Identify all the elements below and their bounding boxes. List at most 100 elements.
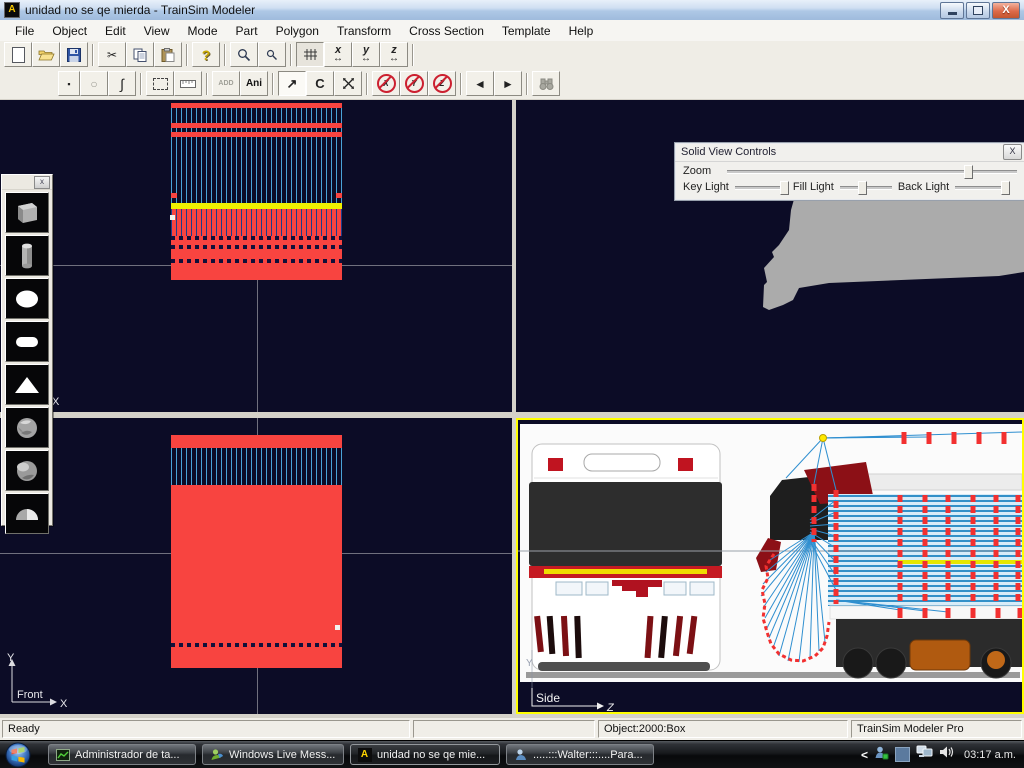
menu-edit[interactable]: Edit: [96, 22, 135, 40]
shape-tool-palette[interactable]: x: [1, 174, 53, 526]
lock-y-button[interactable]: Y: [400, 71, 428, 96]
solid-view-controls-panel[interactable]: Solid View Controls X Zoom Key Light Fil…: [674, 142, 1024, 201]
tool-cone[interactable]: [5, 364, 49, 405]
close-button[interactable]: X: [992, 2, 1020, 19]
tool-ellipse[interactable]: [5, 278, 49, 319]
key-light-track[interactable]: [735, 186, 787, 190]
selected-vertex[interactable]: [335, 625, 340, 630]
scale-button[interactable]: [334, 71, 362, 96]
menu-transform[interactable]: Transform: [328, 22, 400, 40]
zoom-slider-thumb[interactable]: [964, 165, 973, 179]
zoom-slider-track[interactable]: [727, 170, 1017, 174]
viewport-side-selected[interactable]: Y Side Z: [516, 418, 1024, 714]
viewport-front[interactable]: Y Front X: [0, 418, 512, 714]
system-tray: < 03:17 a.m.: [861, 745, 1024, 765]
key-light-thumb[interactable]: [780, 181, 789, 195]
lock-x-button[interactable]: X: [372, 71, 400, 96]
point-mode-button[interactable]: ▪: [58, 71, 80, 96]
cut-button[interactable]: ✂: [98, 42, 126, 67]
restore-button[interactable]: [966, 2, 990, 19]
tool-cylinder[interactable]: [5, 235, 49, 276]
menu-help[interactable]: Help: [560, 22, 603, 40]
curve-tool-button[interactable]: ∫: [108, 71, 136, 96]
tool-capsule[interactable]: [5, 321, 49, 362]
zoom-slider[interactable]: [727, 164, 1017, 178]
lock-z-button[interactable]: Z: [428, 71, 456, 96]
find-button[interactable]: [532, 71, 560, 96]
taskbar-button-msn-chat[interactable]: .....:::Walter:::....Para...: [506, 744, 654, 765]
open-button[interactable]: [32, 42, 60, 67]
selected-vertex-yellow[interactable]: [820, 435, 827, 442]
back-light-slider[interactable]: [955, 180, 1007, 194]
circle-tool-button[interactable]: ○: [80, 71, 108, 96]
zoom-in-button[interactable]: [230, 42, 258, 67]
left-right-arrow-icon: ↔: [333, 55, 343, 62]
next-button[interactable]: ►: [494, 71, 522, 96]
tray-volume-icon[interactable]: [939, 745, 954, 764]
model-wireframe-front[interactable]: [171, 435, 342, 668]
tool-box[interactable]: [5, 192, 49, 233]
paste-button[interactable]: [154, 42, 182, 67]
menu-object[interactable]: Object: [43, 22, 96, 40]
back-light-thumb[interactable]: [1001, 181, 1010, 195]
help-button[interactable]: ?: [192, 42, 220, 67]
taskbar-button-task-manager[interactable]: Administrador de ta...: [48, 744, 196, 765]
fill-light-label: Fill Light: [793, 181, 834, 193]
tray-expand-chevron[interactable]: <: [861, 748, 868, 762]
selected-vertex[interactable]: [170, 215, 175, 220]
menu-polygon[interactable]: Polygon: [267, 22, 328, 40]
axis-y-button[interactable]: y↔: [352, 42, 380, 67]
panel-close-button[interactable]: X: [1003, 144, 1022, 160]
fill-light-slider[interactable]: [840, 180, 892, 194]
title-bar[interactable]: A unidad no se qe mierda - TrainSim Mode…: [0, 0, 1024, 21]
rotate-button[interactable]: C: [306, 71, 334, 96]
translate-button[interactable]: ↗: [278, 71, 306, 96]
menu-template[interactable]: Template: [493, 22, 560, 40]
add-button[interactable]: ADD: [212, 71, 240, 96]
taskbar-button-trainsim[interactable]: A unidad no se qe mie...: [350, 744, 500, 765]
axis-x-label: X: [60, 698, 68, 710]
menu-cross-section[interactable]: Cross Section: [400, 22, 493, 40]
start-button[interactable]: [3, 742, 33, 768]
back-light-track[interactable]: [955, 186, 1007, 190]
menu-view[interactable]: View: [135, 22, 179, 40]
ellipse-icon: [10, 284, 44, 314]
menu-mode[interactable]: Mode: [179, 22, 227, 40]
taskbar-button-messenger[interactable]: Windows Live Mess...: [202, 744, 344, 765]
toolbar-separator: [92, 44, 94, 66]
measure-button[interactable]: [174, 71, 202, 96]
previous-button[interactable]: ◄: [466, 71, 494, 96]
key-light-slider[interactable]: [735, 180, 787, 194]
axis-x-button[interactable]: x↔: [324, 42, 352, 67]
help-icon: ?: [202, 47, 211, 63]
tool-sphere[interactable]: [5, 450, 49, 491]
palette-close-button[interactable]: x: [34, 176, 50, 189]
scale-icon: [342, 77, 355, 90]
taskbar-clock[interactable]: 03:17 a.m.: [964, 749, 1016, 761]
copy-button[interactable]: [126, 42, 154, 67]
app-window: A unidad no se qe mierda - TrainSim Mode…: [0, 0, 1024, 768]
minimize-button[interactable]: [940, 2, 964, 19]
axis-z-label: Z: [606, 702, 615, 712]
viewport-top-left[interactable]: X: [0, 100, 512, 412]
tool-dome[interactable]: [5, 493, 49, 534]
tray-app-icon[interactable]: [895, 747, 910, 762]
new-button[interactable]: [4, 42, 32, 67]
model-wireframe-top[interactable]: [171, 103, 342, 280]
tool-sphere-textured[interactable]: [5, 407, 49, 448]
axis-z-button[interactable]: z↔: [380, 42, 408, 67]
menu-part[interactable]: Part: [227, 22, 267, 40]
select-rect-button[interactable]: [146, 71, 174, 96]
toolbar-edit: ▪ ○ ∫ ADD Ani ↗ C X Y Z ◄ ►: [0, 68, 1024, 99]
tray-network-icon[interactable]: [916, 745, 933, 764]
menu-file[interactable]: File: [6, 22, 43, 40]
zoom-out-button[interactable]: [258, 42, 286, 67]
magnifier-icon: [237, 48, 251, 62]
save-button[interactable]: [60, 42, 88, 67]
fill-light-thumb[interactable]: [858, 181, 867, 195]
palette-title-bar[interactable]: x: [2, 175, 52, 190]
animation-button[interactable]: Ani: [240, 71, 268, 96]
grid-toggle-button[interactable]: [296, 42, 324, 67]
solid-view-controls-titlebar[interactable]: Solid View Controls X: [675, 143, 1024, 162]
tray-messenger-icon[interactable]: [874, 745, 889, 765]
